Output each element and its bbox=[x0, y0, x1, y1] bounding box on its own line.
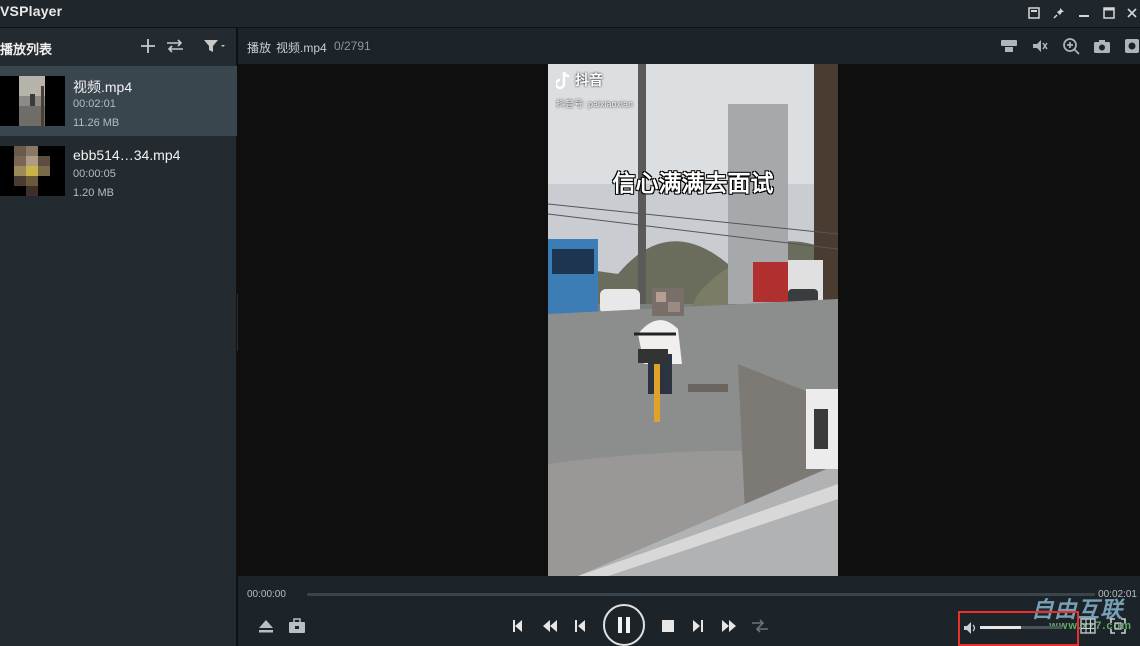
filter-icon[interactable] bbox=[200, 36, 228, 56]
step-forward-icon[interactable] bbox=[688, 616, 708, 636]
playlist-item-duration: 00:00:05 bbox=[73, 168, 116, 180]
add-file-icon[interactable] bbox=[137, 36, 159, 56]
pause-icon bbox=[618, 617, 630, 633]
info-bar: 播放 视频.mp4 0/2791 bbox=[238, 28, 1140, 64]
current-time: 00:00:00 bbox=[247, 589, 286, 600]
toolbox-icon[interactable] bbox=[287, 616, 307, 636]
play-mode-icon[interactable] bbox=[164, 36, 186, 56]
grid-layout-icon[interactable] bbox=[1078, 616, 1098, 636]
audio-track-icon[interactable] bbox=[1030, 36, 1050, 56]
playlist-item-duration: 00:02:01 bbox=[73, 98, 116, 110]
video-caption: 信心满满去面试 bbox=[612, 170, 774, 196]
frame-counter: 0/2791 bbox=[334, 39, 371, 53]
volume-icon[interactable] bbox=[962, 618, 978, 638]
snapshot-icon[interactable] bbox=[1092, 36, 1112, 56]
stop-icon[interactable] bbox=[658, 616, 678, 636]
video-thumbnail bbox=[0, 146, 65, 196]
progress-bar[interactable] bbox=[307, 593, 1095, 596]
speed-up-icon[interactable] bbox=[718, 616, 740, 636]
pin-icon[interactable] bbox=[1049, 3, 1069, 23]
playlist-item-2[interactable]: ebb514…34.mp4 00:00:05 1.20 MB bbox=[0, 136, 237, 206]
playlist-item-1[interactable]: 视频.mp4 00:02:01 11.26 MB bbox=[0, 66, 237, 136]
tiktok-icon bbox=[556, 71, 570, 90]
step-back-icon[interactable] bbox=[570, 616, 590, 636]
app-title: VSPlayer bbox=[0, 3, 63, 19]
tiktok-logo-overlay: 抖音 bbox=[556, 70, 603, 90]
playlist-title: 播放列表 bbox=[0, 42, 53, 57]
playlist-header: 播放列表 bbox=[0, 28, 237, 65]
eject-icon[interactable] bbox=[256, 616, 276, 636]
tiktok-brand: 抖音 bbox=[575, 72, 603, 88]
fullscreen-icon[interactable] bbox=[1108, 616, 1128, 636]
compact-mode-icon[interactable] bbox=[1024, 3, 1044, 23]
playing-label: 播放 bbox=[247, 41, 272, 55]
volume-level bbox=[980, 626, 1021, 629]
camera-icon[interactable] bbox=[999, 36, 1019, 56]
volume-highlight-box bbox=[958, 611, 1079, 646]
vsplayer-window: VSPlayer 播放列表 视频.mp4 00:02:01 11.26 MB e… bbox=[0, 0, 1140, 646]
playlist-panel: 播放列表 视频.mp4 00:02:01 11.26 MB ebb514…34.… bbox=[0, 28, 237, 646]
minimize-icon[interactable] bbox=[1074, 3, 1094, 23]
playlist-item-size: 11.26 MB bbox=[73, 117, 120, 129]
title-bar: VSPlayer bbox=[0, 0, 1140, 28]
playlist-item-name: ebb514…34.mp4 bbox=[73, 147, 181, 163]
video-thumbnail bbox=[0, 76, 65, 126]
zoom-in-icon[interactable] bbox=[1061, 36, 1081, 56]
tiktok-id-overlay: 抖音号: paixiaoxian bbox=[556, 99, 634, 109]
current-file-name: 视频.mp4 bbox=[276, 41, 327, 55]
close-icon[interactable] bbox=[1122, 3, 1140, 23]
next-file-icon[interactable] bbox=[750, 616, 770, 636]
control-bar: 00:00:00 00:02:01 自由互联 bbox=[238, 576, 1140, 646]
playlist-item-size: 1.20 MB bbox=[73, 187, 114, 199]
maximize-icon[interactable] bbox=[1099, 3, 1119, 23]
playlist-item-name: 视频.mp4 bbox=[73, 79, 133, 95]
total-time: 00:02:01 bbox=[1098, 589, 1137, 600]
previous-file-icon[interactable] bbox=[508, 616, 528, 636]
slow-down-icon[interactable] bbox=[539, 616, 561, 636]
record-icon[interactable] bbox=[1122, 36, 1140, 56]
video-display[interactable]: 抖音 抖音号: paixiaoxian 信心满满去面试 bbox=[238, 64, 1140, 576]
volume-slider[interactable] bbox=[980, 626, 1062, 629]
video-frame: 抖音 抖音号: paixiaoxian 信心满满去面试 bbox=[548, 64, 838, 576]
pause-button[interactable] bbox=[603, 604, 645, 646]
